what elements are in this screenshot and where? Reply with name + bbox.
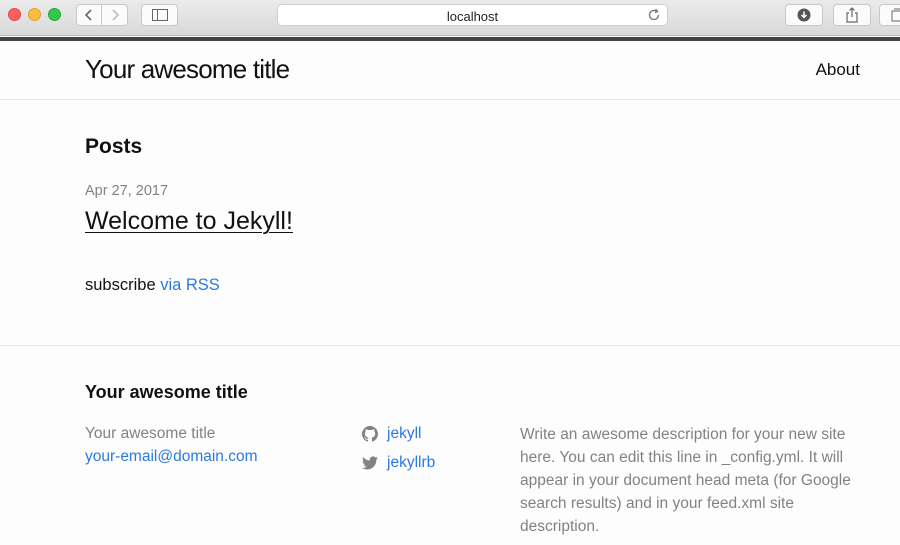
zoom-window-button[interactable] — [48, 8, 61, 21]
share-button[interactable] — [833, 4, 871, 26]
footer-heading: Your awesome title — [85, 382, 248, 402]
chevron-right-icon — [111, 9, 119, 21]
nav-about-link[interactable]: About — [816, 60, 860, 80]
site-footer: Your awesome title Your awesome title yo… — [0, 345, 900, 545]
twitter-link[interactable]: jekyllrb — [362, 454, 435, 472]
footer-site-name: Your awesome title — [85, 425, 216, 442]
sidebar-toggle-button[interactable] — [141, 4, 178, 26]
tabs-icon — [891, 8, 900, 22]
post-date: Apr 27, 2017 — [85, 183, 169, 199]
downloads-button[interactable] — [785, 4, 823, 26]
browser-toolbar: localhost — [0, 0, 900, 36]
minimize-window-button[interactable] — [28, 8, 41, 21]
twitter-icon — [362, 456, 378, 470]
reload-icon[interactable] — [647, 8, 661, 22]
back-button[interactable] — [76, 4, 102, 26]
show-tabs-button[interactable] — [879, 4, 900, 26]
site-description: Write an awesome description for your ne… — [520, 426, 851, 535]
sidebar-icon — [151, 9, 168, 21]
close-window-button[interactable] — [8, 8, 21, 21]
download-icon — [797, 8, 811, 22]
post-title-link[interactable]: Welcome to Jekyll! — [85, 207, 293, 236]
chevron-left-icon — [84, 9, 92, 21]
footer-email-link[interactable]: your-email@domain.com — [85, 448, 258, 466]
site-title-link[interactable]: Your awesome title — [85, 54, 290, 85]
github-icon — [362, 426, 378, 442]
posts-heading: Posts — [85, 135, 143, 158]
address-text: localhost — [446, 9, 499, 24]
share-icon — [846, 7, 858, 23]
github-link[interactable]: jekyll — [362, 425, 421, 443]
subscribe-label: subscribe — [85, 276, 161, 294]
twitter-username: jekyllrb — [387, 454, 436, 471]
subscribe-line: subscribe via RSS — [85, 276, 220, 295]
address-bar[interactable]: localhost — [277, 4, 668, 26]
github-username: jekyll — [387, 425, 422, 442]
site-header: Your awesome title About — [0, 41, 900, 100]
rss-link[interactable]: via RSS — [160, 276, 220, 294]
forward-button[interactable] — [102, 4, 128, 26]
